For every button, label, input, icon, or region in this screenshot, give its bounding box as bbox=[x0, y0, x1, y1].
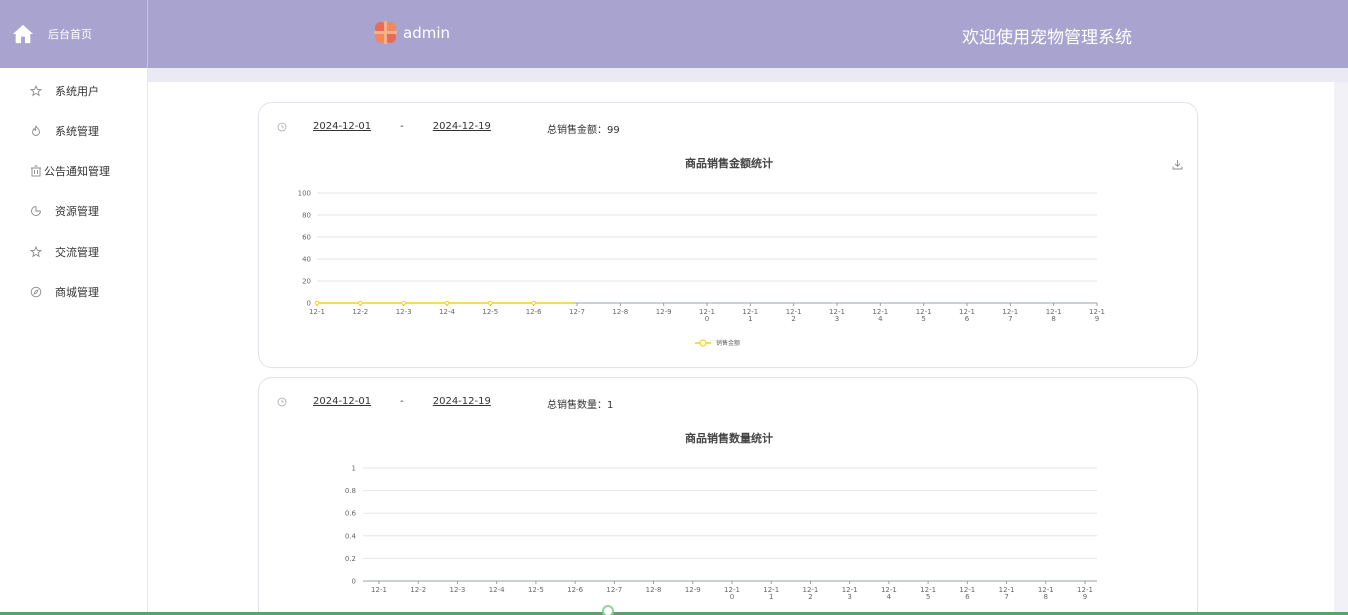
x-tick-label: 12-3 bbox=[449, 586, 465, 594]
x-tick-label: 12-2 bbox=[410, 586, 426, 594]
username: admin bbox=[403, 23, 450, 42]
sidebar-item-label: 资源管理 bbox=[55, 205, 99, 218]
x-tick-label: 12-1 3 bbox=[842, 586, 858, 601]
data-point bbox=[358, 300, 363, 306]
x-tick-label: 12-1 1 bbox=[763, 586, 779, 601]
x-tick-label: 12-3 bbox=[396, 308, 412, 316]
data-point bbox=[531, 300, 536, 306]
sales-quantity-panel: 2024-12-01 - 2024-12-19 总销售数量：1 商品销售数量统计… bbox=[258, 377, 1198, 615]
x-tick-label: 12-4 bbox=[439, 308, 455, 316]
sidebar-item-label: 系统用户 bbox=[55, 85, 99, 98]
y-tick-label: 20 bbox=[302, 278, 311, 286]
user-avatar-icon bbox=[374, 21, 397, 44]
x-tick-label: 12-1 4 bbox=[872, 308, 888, 323]
sidebar: 系统用户 系统管理 公告通知管理 资源管理 交流管理 商城管理 bbox=[0, 68, 148, 615]
x-tick-label: 12-1 2 bbox=[786, 308, 802, 323]
compass-icon bbox=[30, 286, 42, 298]
home-icon bbox=[12, 24, 34, 44]
top-strip bbox=[148, 68, 1348, 82]
x-tick-label: 12-1 5 bbox=[916, 308, 932, 323]
sales-amount-panel: 2024-12-01 - 2024-12-19 总销售金额：99 商品销售金额统… bbox=[258, 102, 1198, 368]
x-tick-label: 12-1 7 bbox=[1002, 308, 1018, 323]
x-tick-label: 12-5 bbox=[482, 308, 498, 316]
y-tick-label: 100 bbox=[298, 190, 311, 198]
x-tick-label: 12-9 bbox=[685, 586, 701, 594]
pie-icon bbox=[31, 206, 41, 216]
sidebar-item-communication-management[interactable]: 交流管理 bbox=[0, 241, 148, 263]
sidebar-item-label: 交流管理 bbox=[55, 246, 99, 259]
x-tick-label: 12-1 6 bbox=[959, 308, 975, 323]
x-tick-label: 12-1 6 bbox=[959, 586, 975, 601]
x-tick-label: 12-1 1 bbox=[742, 308, 758, 323]
y-tick-label: 1 bbox=[352, 465, 356, 473]
x-tick-label: 12-1 5 bbox=[920, 586, 936, 601]
sidebar-item-label: 公告通知管理 bbox=[44, 165, 110, 178]
top-bar: 后台首页 admin 欢迎使用宠物管理系统 bbox=[0, 0, 1348, 68]
brand-label: 后台首页 bbox=[48, 28, 92, 41]
x-tick-label: 12-6 bbox=[567, 586, 583, 594]
sidebar-item-label: 系统管理 bbox=[55, 125, 99, 138]
y-tick-label: 0.8 bbox=[345, 487, 356, 495]
x-tick-label: 12-6 bbox=[526, 308, 542, 316]
sidebar-item-resource-management[interactable]: 资源管理 bbox=[0, 200, 148, 222]
data-point bbox=[401, 300, 406, 306]
home-link[interactable]: 后台首页 bbox=[0, 0, 148, 68]
x-tick-label: 12-1 0 bbox=[724, 586, 740, 601]
y-tick-label: 0 bbox=[352, 578, 356, 586]
welcome-text: 欢迎使用宠物管理系统 bbox=[962, 28, 1132, 48]
sidebar-item-system-users[interactable]: 系统用户 bbox=[0, 80, 148, 102]
sidebar-item-announcement-management[interactable]: 公告通知管理 bbox=[0, 160, 148, 182]
x-tick-label: 12-7 bbox=[569, 308, 585, 316]
y-tick-label: 80 bbox=[302, 212, 311, 220]
sales-amount-chart: 0 20 40 60 80 100 12-1 12-2 12-3 12-4 12-5 12-6 12-7… bbox=[298, 190, 1105, 348]
sales-quantity-chart: 0 0.2 0.4 0.6 0.8 1 12-1 12-2 12-3 12-4 12-5 12-6 12… bbox=[345, 465, 1097, 601]
x-tick-label: 12-5 bbox=[528, 586, 544, 594]
x-tick-label: 12-8 bbox=[646, 586, 662, 594]
x-tick-label: 12-7 bbox=[606, 586, 622, 594]
x-tick-label: 12-9 bbox=[656, 308, 672, 316]
star-icon bbox=[30, 85, 42, 97]
flame-icon bbox=[32, 125, 40, 136]
y-tick-label: 40 bbox=[302, 256, 311, 264]
data-point bbox=[488, 300, 493, 306]
x-tick-label: 12-1 9 bbox=[1089, 308, 1105, 323]
bin-icon bbox=[31, 165, 41, 177]
user-info[interactable]: admin bbox=[374, 21, 450, 44]
y-tick-label: 0.6 bbox=[345, 510, 357, 518]
x-tick-label: 12-1 4 bbox=[881, 586, 897, 601]
y-tick-label: 60 bbox=[302, 234, 311, 242]
data-point bbox=[444, 300, 450, 306]
x-tick-label: 12-2 bbox=[352, 308, 368, 316]
legend-marker bbox=[699, 339, 707, 347]
x-tick-label: 12-1 3 bbox=[829, 308, 845, 323]
x-tick-label: 12-1 8 bbox=[1046, 308, 1062, 323]
sidebar-item-mall-management[interactable]: 商城管理 bbox=[0, 281, 148, 303]
x-tick-label: 12-1 8 bbox=[1038, 586, 1054, 601]
legend-label: 销售金额 bbox=[716, 339, 740, 347]
y-tick-label: 0.4 bbox=[345, 532, 357, 540]
y-tick-label: 0 bbox=[307, 300, 311, 308]
x-tick-label: 12-4 bbox=[489, 586, 505, 594]
scroll-indicator[interactable] bbox=[602, 605, 614, 615]
star-icon bbox=[30, 246, 42, 258]
sidebar-item-label: 商城管理 bbox=[55, 286, 99, 299]
x-tick-label: 12-1 9 bbox=[1077, 586, 1093, 601]
data-point bbox=[314, 300, 320, 306]
x-tick-label: 12-1 7 bbox=[999, 586, 1015, 601]
x-tick-label: 12-1 0 bbox=[699, 308, 715, 323]
y-tick-label: 0.2 bbox=[345, 555, 356, 563]
sidebar-item-system-management[interactable]: 系统管理 bbox=[0, 120, 148, 142]
x-tick-label: 12-1 bbox=[371, 586, 387, 594]
x-tick-label: 12-8 bbox=[612, 308, 628, 316]
x-tick-label: 12-1 bbox=[309, 308, 325, 316]
x-tick-label: 12-1 2 bbox=[802, 586, 818, 601]
